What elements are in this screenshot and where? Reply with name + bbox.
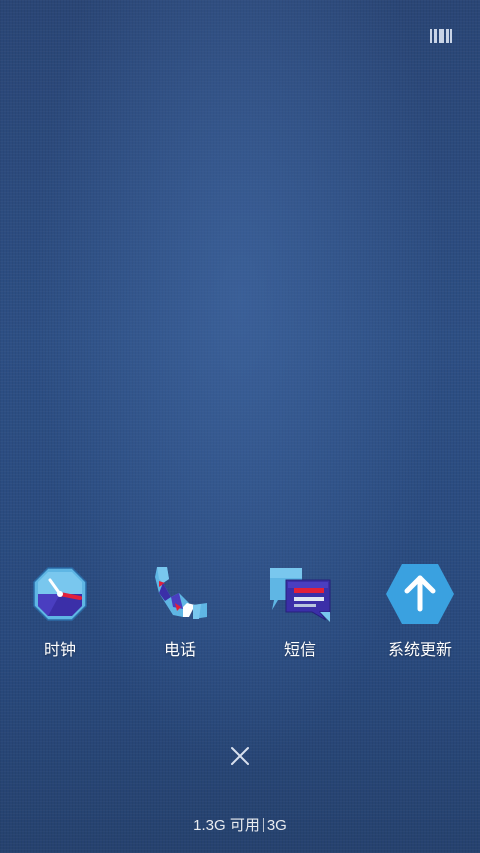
message-icon bbox=[264, 558, 336, 630]
barcode-icon bbox=[430, 28, 452, 48]
memory-info: 1.3G 可用 3G bbox=[0, 814, 480, 835]
app-phone[interactable]: 电话 bbox=[125, 558, 235, 668]
app-messages[interactable]: 短信 bbox=[245, 558, 355, 668]
memory-total: 3G bbox=[266, 817, 287, 834]
close-icon bbox=[230, 746, 250, 770]
clock-icon bbox=[24, 558, 96, 630]
memory-available: 1.3G 可用 bbox=[193, 817, 260, 834]
clear-all-button[interactable] bbox=[225, 743, 255, 773]
phone-icon bbox=[144, 558, 216, 630]
recent-apps-row: 时钟 电话 短信 系统更新 bbox=[0, 558, 480, 668]
memory-separator bbox=[262, 818, 264, 832]
app-label: 时钟 bbox=[43, 640, 76, 659]
recents-menu-button[interactable] bbox=[428, 28, 454, 48]
app-label: 电话 bbox=[163, 640, 196, 659]
app-clock[interactable]: 时钟 bbox=[5, 558, 115, 668]
app-label: 短信 bbox=[283, 640, 316, 659]
app-label: 系统更新 bbox=[387, 640, 452, 659]
arrow-up-icon bbox=[384, 558, 456, 630]
app-system-update[interactable]: 系统更新 bbox=[365, 558, 475, 668]
